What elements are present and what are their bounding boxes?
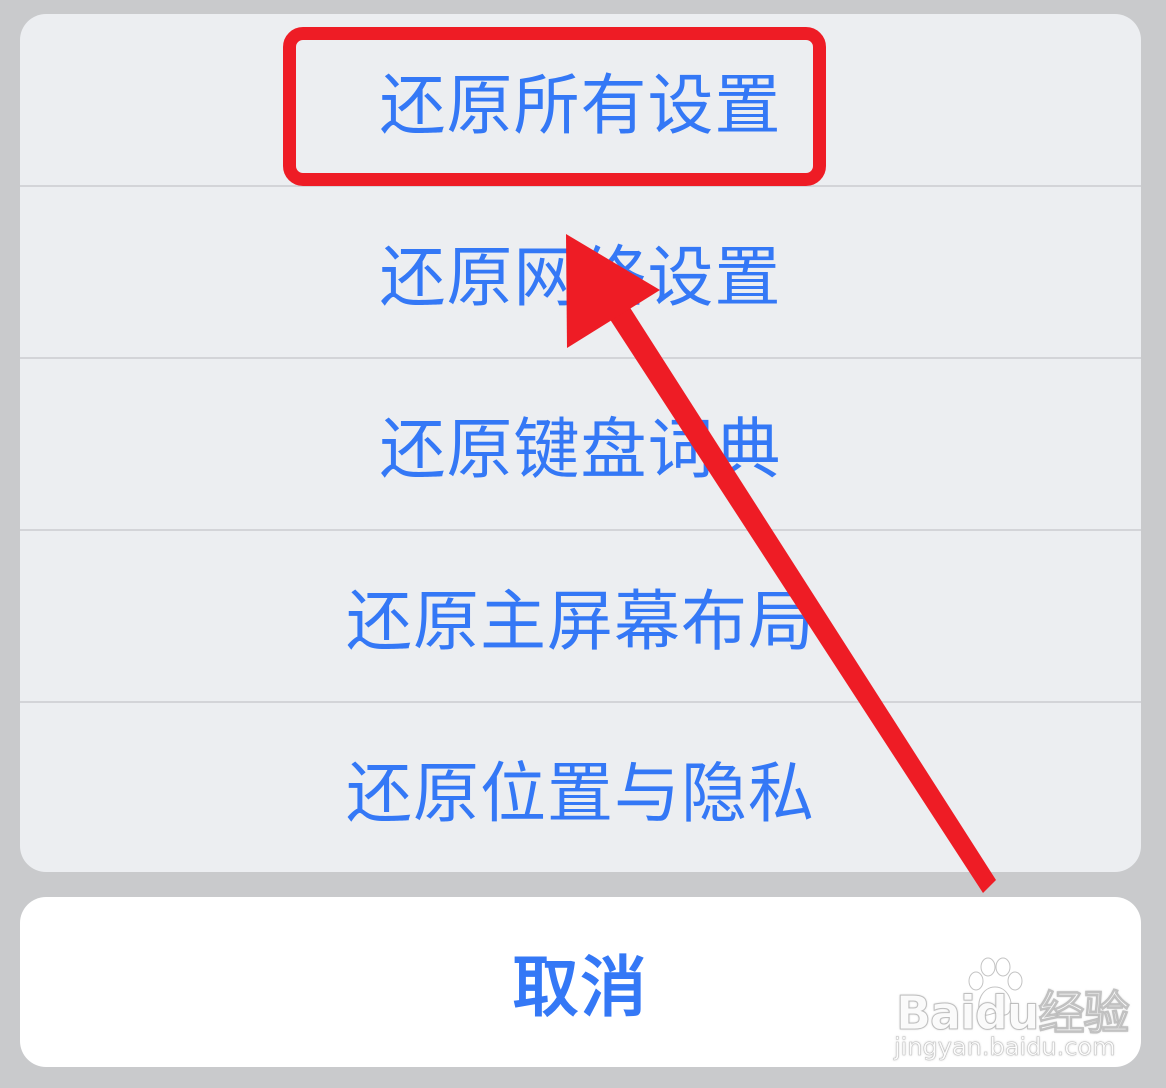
reset-network-settings-option[interactable]: 还原网络设置 bbox=[20, 186, 1141, 357]
option-label: 还原网络设置 bbox=[379, 238, 782, 316]
highlight-box bbox=[283, 27, 826, 186]
option-label: 还原主屏幕布局 bbox=[346, 582, 815, 660]
reset-location-privacy-option[interactable]: 还原位置与隐私 bbox=[20, 702, 1141, 872]
cancel-label: 取消 bbox=[512, 949, 649, 1026]
option-label: 还原键盘词典 bbox=[379, 410, 782, 488]
reset-home-screen-layout-option[interactable]: 还原主屏幕布局 bbox=[20, 530, 1141, 701]
option-label: 还原位置与隐私 bbox=[346, 754, 815, 832]
baidu-watermark: Baidu经验 jingyan.baidu.com bbox=[890, 955, 1140, 1065]
watermark-url: jingyan.baidu.com bbox=[894, 1033, 1116, 1062]
reset-keyboard-dictionary-option[interactable]: 还原键盘词典 bbox=[20, 358, 1141, 529]
